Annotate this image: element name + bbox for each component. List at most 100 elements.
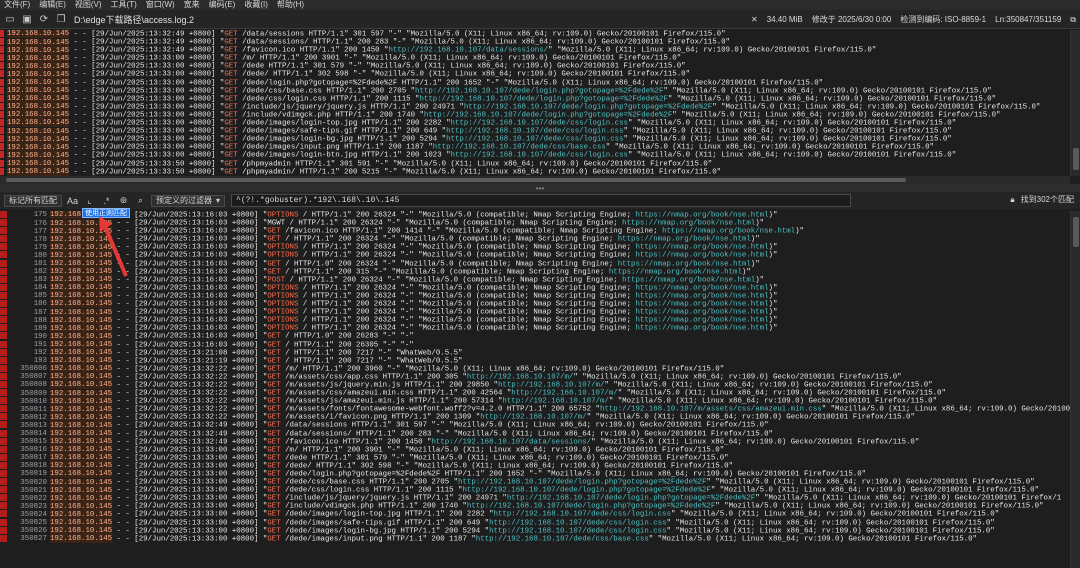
menu-bar: 文件(F) 编辑(E) 视图(V) 工具(T) 窗口(W) 宽来 编码(E) 收藏(I) 帮助(… xyxy=(0,0,1080,10)
log-line[interactable]: 179 192.168.10.145 - - [29/Jun/2025:13:16… xyxy=(0,243,1070,252)
log-line[interactable]: 188 192.168.10.145 - - [29/Jun/2025:13:16… xyxy=(0,316,1070,325)
log-line[interactable]: 350809 192.168.10.145 - - [29/Jun/2025:13… xyxy=(0,389,1070,398)
menu-item[interactable]: 编辑(E) xyxy=(39,0,66,10)
search-icon[interactable]: ⌕ xyxy=(134,194,147,207)
referrer-url: http://192.168.10.107/dede/css/login.css xyxy=(493,510,671,519)
log-prefix: - - [29/Jun/2025:13:16:03 +0800] " xyxy=(112,332,268,341)
log-line[interactable]: 350806 192.168.10.145 - - [29/Jun/2025:13… xyxy=(0,364,1070,374)
log-line[interactable]: 350814 192.168.10.145 - - [29/Jun/2025:13… xyxy=(0,429,1070,438)
log-line[interactable]: 350818 192.168.10.145 - - [29/Jun/2025:13… xyxy=(0,461,1070,471)
log-line[interactable]: 192.168.10.145 - - [29/Jun/2025:13:33:00… xyxy=(0,135,1070,144)
log-line[interactable]: 350807 192.168.10.145 - - [29/Jun/2025:13… xyxy=(0,372,1070,382)
log-line[interactable]: 177 192.168.10.145 - - [29/Jun/2025:13:16… xyxy=(0,227,1070,236)
log-line[interactable]: 192.168.10.145 - - [29/Jun/2025:13:33:00… xyxy=(0,102,1070,112)
log-line[interactable]: 186 192.168.10.145 - - [29/Jun/2025:13:16… xyxy=(0,300,1070,309)
log-line[interactable]: 192 192.168.10.145 - - [29/Jun/2025:13:21… xyxy=(0,348,1070,358)
window-icon[interactable]: ⧉ xyxy=(1070,15,1076,25)
menu-item[interactable]: 收藏(I) xyxy=(244,0,268,10)
log-line[interactable]: 350817 192.168.10.145 - - [29/Jun/2025:13… xyxy=(0,453,1070,463)
log-line[interactable]: 192.168.10.145 - - [29/Jun/2025:13:33:00… xyxy=(0,143,1070,152)
filter-expression-input[interactable]: ^(?!.*gobuster).*192\.168\.10\.145 xyxy=(231,194,852,207)
menu-item[interactable]: 视图(V) xyxy=(75,0,102,10)
log-line[interactable]: 350823 192.168.10.145 - - [29/Jun/2025:13… xyxy=(0,502,1070,511)
log-line[interactable]: 176 192.168.10.145 - - [29/Jun/2025:13:16… xyxy=(0,219,1070,228)
log-line[interactable]: 350811 192.168.10.145 - - [29/Jun/2025:13… xyxy=(0,405,1070,414)
log-line[interactable]: 192.168.10.145 - - [29/Jun/2025:13:33:50… xyxy=(0,167,1070,176)
save-icon[interactable]: ▣ xyxy=(20,12,34,26)
log-line[interactable]: 350816 192.168.10.145 - - [29/Jun/2025:13… xyxy=(0,445,1070,455)
filter-icon[interactable]: ⊛ xyxy=(117,194,130,207)
log-line[interactable]: 191 192.168.10.145 - - [29/Jun/2025:13:16… xyxy=(0,340,1070,349)
log-line[interactable]: 350813 192.168.10.145 - - [29/Jun/2025:13… xyxy=(0,421,1070,430)
refresh-icon[interactable]: ⟳ xyxy=(37,12,51,26)
log-line[interactable]: 350822 192.168.10.145 - - [29/Jun/2025:13… xyxy=(0,494,1070,503)
log-line[interactable]: 192.168.10.145 - - [29/Jun/2025:13:32:49… xyxy=(0,30,1070,39)
log-line[interactable]: 192.168.10.145 - - [29/Jun/2025:13:33:00… xyxy=(0,62,1070,71)
log-line[interactable]: 192.168.10.145 - - [29/Jun/2025:13:33:00… xyxy=(0,86,1070,96)
client-ip: 192.168.10.145 xyxy=(50,535,113,544)
log-line[interactable]: 192.168.10.145 - - [29/Jun/2025:13:33:00… xyxy=(0,151,1070,160)
line-marker xyxy=(0,356,7,364)
menu-item[interactable]: 宽来 xyxy=(184,0,200,10)
log-line[interactable]: 350812 192.168.10.145 - - [29/Jun/2025:13… xyxy=(0,413,1070,422)
log-line[interactable]: 175192.168.10.145 - - [29/Jun/2025:13:16… xyxy=(0,211,1070,220)
word-wrap-icon[interactable]: ⌞ xyxy=(83,194,96,207)
log-line[interactable]: 190 192.168.10.145 - - [29/Jun/2025:13:16… xyxy=(0,332,1070,341)
log-line[interactable]: 185 192.168.10.145 - - [29/Jun/2025:13:16… xyxy=(0,291,1070,301)
http-method: GET xyxy=(267,429,281,438)
log-line[interactable]: 350820 192.168.10.145 - - [29/Jun/2025:13… xyxy=(0,478,1070,487)
line-marker xyxy=(0,78,4,86)
log-line[interactable]: 192.168.10.145 - - [29/Jun/2025:13:33:00… xyxy=(0,78,1070,88)
log-line[interactable]: 192.168.10.145 - - [29/Jun/2025:13:33:00… xyxy=(0,70,1070,79)
line-marker xyxy=(0,534,7,542)
log-line[interactable]: 182 192.168.10.145 - - [29/Jun/2025:13:16… xyxy=(0,267,1070,277)
log-line[interactable]: 192.168.10.145 - - [29/Jun/2025:13:33:00… xyxy=(0,127,1070,136)
menu-item[interactable]: 文件(F) xyxy=(4,0,30,10)
upper-scrollbar[interactable] xyxy=(1070,30,1080,176)
lock-icon[interactable]: 🔒︎ xyxy=(1010,195,1014,205)
open-folder-icon[interactable]: ▭ xyxy=(3,12,17,26)
log-line[interactable]: 350819 192.168.10.145 - - [29/Jun/2025:13… xyxy=(0,470,1070,479)
case-sensitive-toggle[interactable]: Aa xyxy=(66,194,79,207)
line-marker xyxy=(0,219,7,227)
log-line[interactable]: 192.168.10.145 - - [29/Jun/2025:13:33:00… xyxy=(0,54,1070,63)
close-icon[interactable]: ✕ xyxy=(751,15,758,24)
lower-scrollbar[interactable] xyxy=(1070,211,1080,568)
log-line[interactable]: 193 192.168.10.145 - - [29/Jun/2025:13:21… xyxy=(0,356,1070,366)
log-view-filtered[interactable]: 175192.168.10.145 - - [29/Jun/2025:13:16… xyxy=(0,211,1070,568)
referrer-url: https://nmap.org/book/nse.html xyxy=(617,260,751,269)
copy-icon[interactable]: ❐ xyxy=(54,12,68,26)
log-view-upper[interactable]: 192.168.10.145 - - [29/Jun/2025:13:32:49… xyxy=(0,30,1070,176)
log-line[interactable]: 180 192.168.10.145 - - [29/Jun/2025:13:16… xyxy=(0,251,1070,260)
log-line[interactable]: 350815 192.168.10.145 - - [29/Jun/2025:13… xyxy=(0,437,1070,447)
log-line[interactable]: 350824 192.168.10.145 - - [29/Jun/2025:13… xyxy=(0,510,1070,519)
log-line[interactable]: 350826 192.168.10.145 - - [29/Jun/2025:13… xyxy=(0,526,1070,536)
log-line[interactable]: 181 192.168.10.145 - - [29/Jun/2025:13:16… xyxy=(0,259,1070,269)
menu-item[interactable]: 窗口(W) xyxy=(146,0,175,10)
log-line[interactable]: 187 192.168.10.145 - - [29/Jun/2025:13:16… xyxy=(0,308,1070,317)
menu-item[interactable]: 编码(E) xyxy=(209,0,236,10)
mark-all-button[interactable]: 标记所有匹配 xyxy=(4,194,62,207)
log-line[interactable]: 192.168.10.145 - - [29/Jun/2025:13:32:49… xyxy=(0,46,1070,55)
log-line[interactable]: 192.168.10.145 - - [29/Jun/2025:13:33:00… xyxy=(0,94,1070,104)
log-line[interactable]: 350825 192.168.10.145 - - [29/Jun/2025:13… xyxy=(0,518,1070,528)
log-line[interactable]: 350821 192.168.10.145 - - [29/Jun/2025:13… xyxy=(0,486,1070,495)
log-line[interactable]: 192.168.10.145 - - [29/Jun/2025:13:33:00… xyxy=(0,110,1070,120)
log-line[interactable]: 192.168.10.145 - - [29/Jun/2025:13:33:50… xyxy=(0,159,1070,168)
log-line[interactable]: 184 192.168.10.145 - - [29/Jun/2025:13:16… xyxy=(0,283,1070,293)
log-line[interactable]: 350827 192.168.10.145 - - [29/Jun/2025:13… xyxy=(0,534,1070,544)
request-text: /dede/images/login-btn.jpg HTTP/1.1" 200… xyxy=(237,151,451,160)
log-line[interactable]: 178 192.168.10.145 - - [29/Jun/2025:13:16… xyxy=(0,235,1070,244)
log-line[interactable]: 189 192.168.10.145 - - [29/Jun/2025:13:16… xyxy=(0,324,1070,333)
log-line[interactable]: 350808 192.168.10.145 - - [29/Jun/2025:13… xyxy=(0,380,1070,390)
log-line[interactable]: 192.168.10.145 - - [29/Jun/2025:13:32:49… xyxy=(0,38,1070,47)
regex-icon[interactable]: .* xyxy=(100,194,113,207)
log-line[interactable]: 192.168.10.145 - - [29/Jun/2025:13:33:00… xyxy=(0,119,1070,128)
preset-filter-dropdown[interactable]: 预定义的过滤器 ▾ xyxy=(151,194,226,207)
pane-splitter[interactable]: ••• xyxy=(0,184,1080,193)
line-number: 181 xyxy=(33,260,47,269)
menu-item[interactable]: 帮助(H) xyxy=(277,0,304,10)
log-line[interactable]: 350810 192.168.10.145 - - [29/Jun/2025:13… xyxy=(0,397,1070,406)
menu-item[interactable]: 工具(T) xyxy=(111,0,137,10)
log-line[interactable]: 183 192.168.10.145 - - [29/Jun/2025:13:16… xyxy=(0,275,1070,285)
